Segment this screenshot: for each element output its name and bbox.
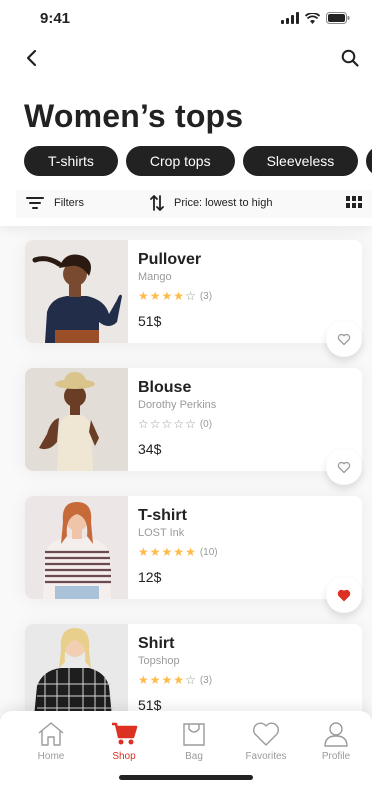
nav-home[interactable]: Home bbox=[21, 721, 81, 762]
heart-outline-icon bbox=[337, 461, 351, 473]
heart-icon bbox=[253, 722, 279, 746]
nav-label: Shop bbox=[112, 751, 136, 762]
star-icon: ★ bbox=[161, 545, 173, 559]
chip-t-shirts[interactable]: T-shirts bbox=[24, 146, 118, 176]
star-icon: ★ bbox=[138, 673, 149, 687]
sort-label: Price: lowest to high bbox=[174, 197, 273, 209]
page-title: Women’s tops bbox=[24, 98, 244, 134]
chip-sleeveless[interactable]: Sleeveless bbox=[242, 146, 359, 176]
product-price: 34$ bbox=[138, 441, 162, 457]
star-icon: ★ bbox=[173, 673, 185, 687]
star-icon: ★ bbox=[161, 673, 173, 687]
star-outline-icon: ☆ bbox=[185, 673, 196, 687]
battery-icon bbox=[326, 12, 350, 24]
bottom-nav: Home Shop Bag Favorites Profile bbox=[0, 711, 372, 785]
nav-shop[interactable]: Shop bbox=[94, 721, 154, 762]
nav-label: Favorites bbox=[245, 751, 287, 762]
favorite-button[interactable] bbox=[326, 321, 362, 357]
favorite-button[interactable] bbox=[326, 577, 362, 613]
product-card[interactable]: T-shirt LOST Ink ★ ★ ★ ★ ★ (10) 12$ bbox=[25, 496, 362, 613]
star-outline-icon: ☆ bbox=[149, 417, 161, 431]
product-brand: Topshop bbox=[138, 655, 180, 667]
star-icon: ★ bbox=[173, 289, 185, 303]
header: 9:41 Women’s tops T-shirts Crop tops Sle… bbox=[0, 0, 372, 226]
star-icon: ★ bbox=[149, 289, 161, 303]
product-image bbox=[25, 496, 128, 599]
sort-button[interactable]: Price: lowest to high bbox=[150, 194, 272, 212]
sort-arrows-icon bbox=[150, 195, 164, 211]
home-indicator bbox=[119, 775, 253, 780]
product-rating: ☆ ☆ ☆ ☆ ☆ (0) bbox=[138, 418, 212, 430]
rating-count: (3) bbox=[199, 674, 213, 686]
star-outline-icon: ☆ bbox=[161, 417, 173, 431]
star-outline-icon: ☆ bbox=[138, 417, 149, 431]
status-time: 9:41 bbox=[40, 10, 71, 27]
nav-favorites[interactable]: Favorites bbox=[236, 721, 296, 762]
star-icon: ★ bbox=[161, 289, 173, 303]
category-chips: T-shirts Crop tops Sleeveless bbox=[24, 146, 372, 176]
nav-label: Bag bbox=[185, 751, 203, 762]
filter-bar: Filters Price: lowest to high bbox=[16, 190, 372, 218]
bag-icon bbox=[183, 723, 205, 746]
signal-icon bbox=[281, 12, 299, 24]
product-card[interactable]: Blouse Dorothy Perkins ☆ ☆ ☆ ☆ ☆ (0) 34$ bbox=[25, 368, 362, 485]
product-rating: ★ ★ ★ ★ ☆ (3) bbox=[138, 674, 212, 686]
star-outline-icon: ☆ bbox=[185, 417, 196, 431]
product-price: 12$ bbox=[138, 569, 162, 585]
back-button[interactable] bbox=[20, 46, 44, 70]
status-icons bbox=[281, 12, 350, 24]
rating-count: (10) bbox=[199, 546, 218, 558]
search-button[interactable] bbox=[338, 46, 362, 70]
star-icon: ★ bbox=[138, 545, 149, 559]
product-name: T-shirt bbox=[138, 507, 187, 524]
chip-crop-tops[interactable]: Crop tops bbox=[125, 146, 235, 176]
product-image bbox=[25, 240, 128, 343]
product-name: Shirt bbox=[138, 635, 175, 652]
status-bar: 9:41 bbox=[0, 0, 372, 38]
filter-icon bbox=[26, 197, 44, 209]
star-outline-icon: ☆ bbox=[173, 417, 185, 431]
star-icon: ★ bbox=[173, 545, 185, 559]
profile-icon bbox=[324, 722, 348, 747]
product-name: Pullover bbox=[138, 251, 202, 268]
nav-label: Profile bbox=[321, 751, 351, 762]
product-card[interactable]: Pullover Mango ★ ★ ★ ★ ☆ (3) 51$ bbox=[25, 240, 362, 357]
product-brand: LOST Ink bbox=[138, 527, 185, 539]
wifi-icon bbox=[305, 12, 320, 24]
star-icon: ★ bbox=[138, 289, 149, 303]
favorite-button[interactable] bbox=[326, 449, 362, 485]
chevron-left-icon bbox=[26, 49, 37, 67]
heart-outline-icon bbox=[337, 333, 351, 345]
product-name: Blouse bbox=[138, 379, 192, 396]
heart-filled-icon bbox=[337, 589, 351, 601]
star-icon: ★ bbox=[149, 545, 161, 559]
product-brand: Dorothy Perkins bbox=[138, 399, 217, 411]
screen: 9:41 Women’s tops T-shirts Crop tops Sle… bbox=[0, 0, 372, 785]
rating-count: (3) bbox=[199, 290, 213, 302]
chip-more[interactable] bbox=[366, 146, 372, 176]
star-icon: ★ bbox=[185, 545, 196, 559]
product-rating: ★ ★ ★ ★ ★ (10) bbox=[138, 546, 218, 558]
home-icon bbox=[38, 722, 64, 746]
star-icon: ★ bbox=[149, 673, 161, 687]
rating-count: (0) bbox=[199, 418, 213, 430]
product-brand: Mango bbox=[138, 271, 172, 283]
nav-bag[interactable]: Bag bbox=[164, 721, 224, 762]
product-image bbox=[25, 368, 128, 471]
star-outline-icon: ☆ bbox=[185, 289, 196, 303]
nav-profile[interactable]: Profile bbox=[306, 721, 366, 762]
product-price: 51$ bbox=[138, 313, 162, 329]
filters-label: Filters bbox=[54, 197, 84, 209]
cart-icon bbox=[112, 722, 138, 745]
search-icon bbox=[341, 49, 359, 67]
product-rating: ★ ★ ★ ★ ☆ (3) bbox=[138, 290, 212, 302]
grid-view-icon[interactable] bbox=[346, 196, 362, 210]
nav-label: Home bbox=[37, 751, 65, 762]
filters-button[interactable]: Filters bbox=[26, 196, 84, 210]
